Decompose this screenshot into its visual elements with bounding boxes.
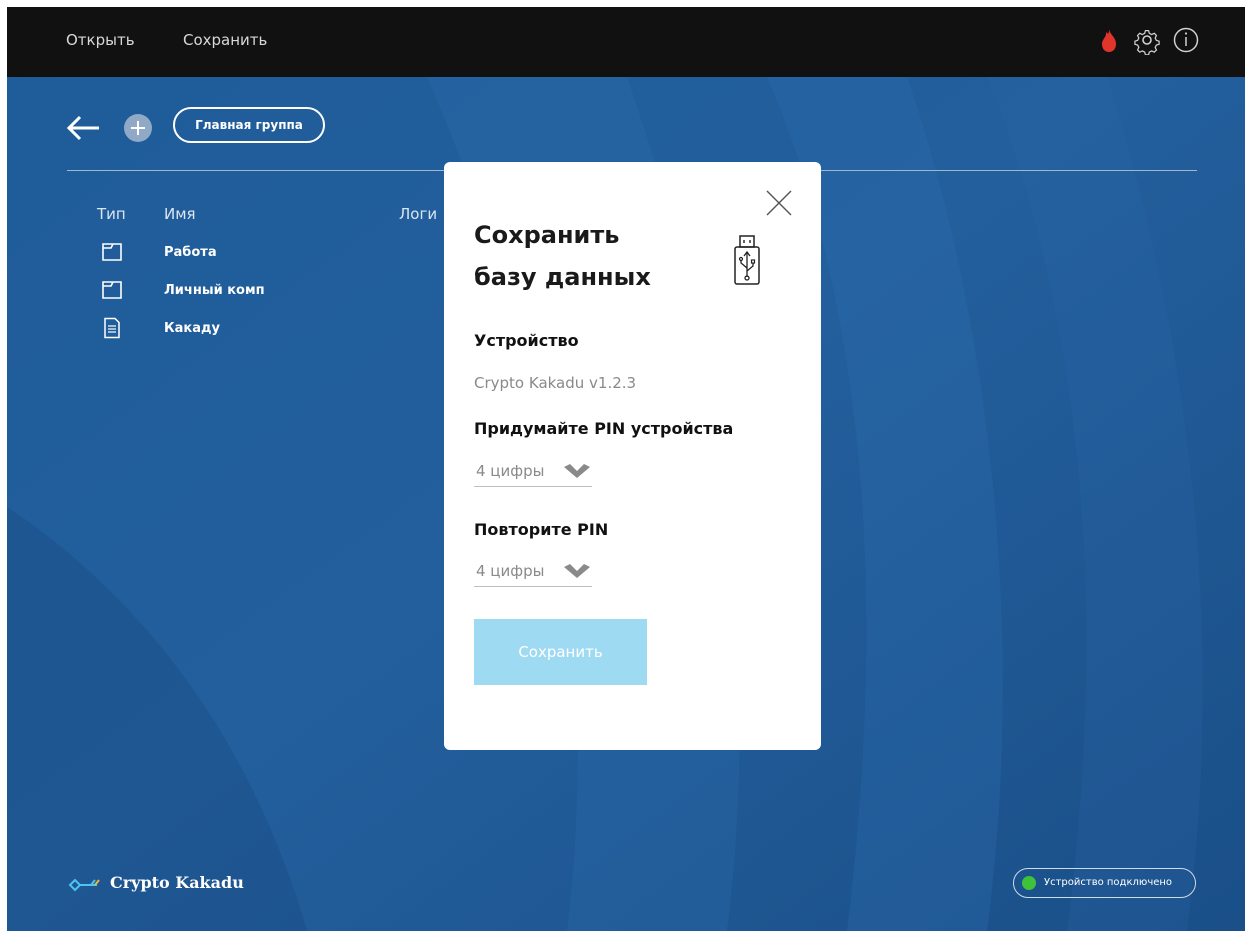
dialog-title-line1: Сохранить (474, 221, 620, 249)
column-header-type[interactable]: Тип (97, 205, 126, 223)
usb-drive-icon (734, 235, 760, 285)
save-button[interactable]: Сохранить (474, 619, 647, 685)
gear-icon[interactable] (1132, 25, 1162, 55)
key-logo-icon (68, 878, 100, 892)
save-database-dialog: Сохранить базу данных Устройство Crypto … (444, 162, 821, 750)
list-item[interactable]: Личный комп (101, 279, 401, 303)
group-breadcrumb-button[interactable]: Главная группа (173, 107, 325, 143)
folder-icon (102, 243, 122, 261)
back-arrow-icon[interactable] (65, 109, 103, 147)
device-label: Устройство (474, 331, 579, 350)
pin-placeholder: 4 цифры (476, 462, 545, 480)
list-item-name: Работа (164, 245, 217, 260)
dialog-title: Сохранить базу данных (474, 214, 734, 298)
repeat-pin-select[interactable]: 4 цифры (474, 554, 592, 587)
list-item[interactable]: Какаду (101, 317, 401, 341)
chevron-down-icon (564, 464, 590, 478)
dialog-title-line2: базу данных (474, 263, 651, 291)
toolbar: Главная группа (7, 107, 1245, 157)
pin-label: Придумайте PIN устройства (474, 419, 734, 438)
column-header-name[interactable]: Имя (164, 205, 196, 223)
document-icon (104, 317, 120, 339)
repeat-pin-label: Повторите PIN (474, 520, 609, 539)
app-window: Открыть Сохранить Главная группа Тип Имя… (7, 7, 1245, 931)
list-item-name: Личный комп (164, 283, 265, 298)
close-icon[interactable] (765, 189, 793, 217)
pin-select[interactable]: 4 цифры (474, 454, 592, 487)
flame-icon[interactable] (1094, 25, 1124, 55)
list-item-name: Какаду (164, 321, 220, 336)
column-header-login[interactable]: Логи (399, 205, 437, 223)
folder-icon (102, 281, 122, 299)
device-value: Crypto Kakadu v1.2.3 (474, 374, 637, 392)
list-item[interactable]: Работа (101, 241, 401, 265)
chevron-down-icon (564, 564, 590, 578)
info-icon[interactable] (1171, 25, 1201, 55)
status-dot-icon (1022, 876, 1036, 890)
add-circle-icon[interactable] (123, 113, 153, 143)
status-text: Устройство подключено (1044, 877, 1173, 888)
logo-text: Crypto Kakadu (110, 873, 244, 892)
repeat-pin-placeholder: 4 цифры (476, 562, 545, 580)
menu-open[interactable]: Открыть (66, 31, 135, 49)
menu-save[interactable]: Сохранить (183, 31, 267, 49)
menu-bar: Открыть Сохранить (7, 7, 1245, 77)
device-status-badge: Устройство подключено (1013, 868, 1196, 898)
